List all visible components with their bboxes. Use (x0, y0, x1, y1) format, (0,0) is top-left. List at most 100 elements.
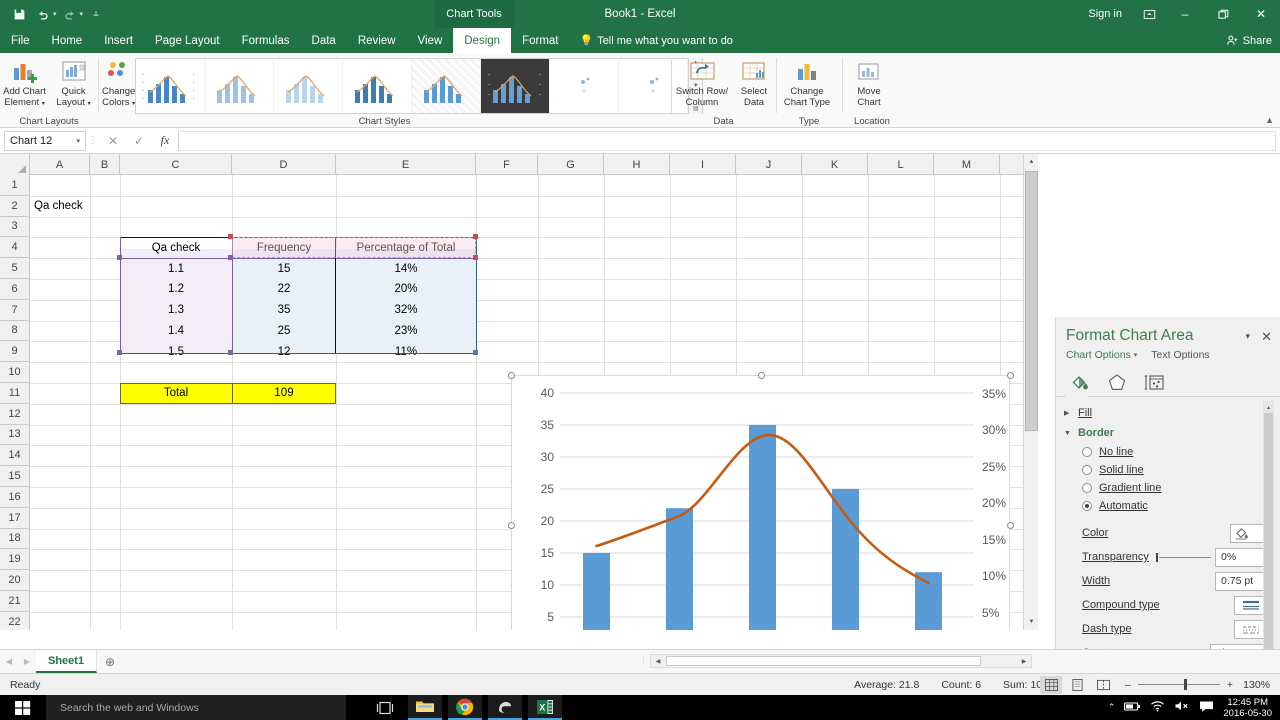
transparency-slider[interactable] (1156, 552, 1211, 562)
redo-icon[interactable] (59, 3, 81, 25)
chart-handle-middle-left[interactable] (508, 522, 515, 529)
formula-input[interactable] (178, 130, 1276, 151)
chart-handle-top-center[interactable] (758, 372, 765, 379)
radio-solid-line-indicator[interactable] (1082, 465, 1092, 475)
show-hidden-icons-icon[interactable]: ⌃ (1108, 702, 1116, 713)
section-border[interactable]: ▼ Border (1056, 423, 1280, 443)
insert-function-icon[interactable]: fx (152, 133, 178, 148)
column-header-A[interactable]: A (30, 154, 90, 175)
row-header-1[interactable]: 1 (0, 175, 29, 196)
chart-options-chevron-down-icon[interactable]: ▾ (1134, 351, 1138, 359)
cell-E8[interactable]: 23% (336, 321, 476, 342)
radio-gradient-line-indicator[interactable] (1082, 483, 1092, 493)
cell-C5[interactable]: 1.1 (120, 258, 232, 279)
select-data-button[interactable]: Select Data (733, 56, 775, 108)
chart-style-thumb[interactable] (550, 59, 620, 113)
search-input[interactable]: Search the web and Windows (46, 695, 346, 720)
column-header-F[interactable]: F (476, 154, 538, 175)
status-count[interactable]: Count: 6 (941, 679, 981, 691)
cell-E5[interactable]: 14% (336, 258, 476, 279)
scroll-right-icon[interactable]: ▶ (1017, 655, 1031, 667)
tab-text-options[interactable]: Text Options (1151, 349, 1209, 361)
cell-D8[interactable]: 25 (232, 321, 336, 342)
tab-formulas[interactable]: Formulas (231, 28, 301, 53)
scroll-down-icon[interactable]: ▼ (1024, 614, 1038, 630)
effects-icon[interactable] (1105, 371, 1129, 393)
scroll-up-icon[interactable]: ▲ (1024, 154, 1038, 170)
tab-format[interactable]: Format (511, 28, 569, 53)
row-header-10[interactable]: 10 (0, 362, 29, 383)
redo-dropdown-icon[interactable]: ▾ (80, 10, 84, 18)
chart-handle-top-right[interactable] (1007, 372, 1014, 379)
switch-row-column-button[interactable]: Switch Row/Column (671, 56, 733, 108)
page-layout-view-icon[interactable] (1066, 676, 1088, 694)
sign-in-button[interactable]: Sign in (1078, 8, 1132, 20)
previous-sheet-icon[interactable]: ◀ (0, 657, 18, 666)
cell-C11-total-label[interactable]: Total (120, 383, 232, 404)
row-header-4[interactable]: 4 (0, 237, 29, 259)
add-sheet-icon[interactable]: ⊕ (97, 655, 123, 669)
row-header-12[interactable]: 12 (0, 404, 29, 425)
close-button[interactable]: ✕ (1242, 0, 1280, 28)
size-and-properties-icon[interactable] (1142, 371, 1166, 393)
section-fill[interactable]: ▶ Fill (1056, 403, 1280, 423)
row-header-16[interactable]: 16 (0, 487, 29, 508)
quick-layout-button[interactable]: Quick Layout ▾ (49, 56, 98, 110)
cell-C7[interactable]: 1.3 (120, 300, 232, 321)
save-icon[interactable] (8, 3, 30, 25)
row-header-2[interactable]: 2 (0, 196, 29, 217)
row-header-5[interactable]: 5 (0, 258, 29, 279)
cell-E9[interactable]: 11% (336, 341, 476, 362)
name-box[interactable]: Chart 12 ▾ (4, 130, 86, 151)
collapse-ribbon-icon[interactable]: ▲ (1265, 115, 1274, 125)
select-all-corner[interactable] (0, 154, 30, 175)
windows-start-icon[interactable] (0, 695, 46, 720)
zoom-level-label[interactable]: 130% (1240, 679, 1270, 691)
row-header-7[interactable]: 7 (0, 300, 29, 321)
row-header-18[interactable]: 18 (0, 529, 29, 550)
column-header-E[interactable]: E (336, 154, 476, 175)
row-header-3[interactable]: 3 (0, 217, 29, 238)
customize-quick-access-icon[interactable]: ⩮ (85, 3, 107, 25)
status-average[interactable]: Average: 21.8 (854, 679, 919, 691)
row-header-19[interactable]: 19 (0, 549, 29, 571)
column-header-J[interactable]: J (736, 154, 802, 175)
row-header-11[interactable]: 11 (0, 383, 29, 404)
chart-style-thumb[interactable] (205, 59, 275, 113)
cell-E4-header[interactable]: Percentage of Total (336, 237, 476, 258)
task-view-icon[interactable] (368, 695, 402, 720)
change-colors-button[interactable]: Change Colors ▾ (102, 56, 135, 110)
radio-automatic[interactable]: Automatic (1056, 497, 1280, 515)
share-button[interactable]: Share (1226, 28, 1272, 53)
row-header-6[interactable]: 6 (0, 279, 29, 300)
page-break-view-icon[interactable] (1092, 676, 1114, 694)
tab-chart-options[interactable]: Chart Options ▾ (1066, 349, 1137, 361)
radio-no-line-indicator[interactable] (1082, 447, 1092, 457)
minimize-button[interactable]: – (1166, 0, 1204, 28)
chart-handle-top-left[interactable] (508, 372, 515, 379)
zoom-slider[interactable] (1137, 679, 1220, 690)
chrome-icon[interactable] (448, 695, 482, 720)
cell-D5[interactable]: 15 (232, 258, 336, 279)
enter-icon[interactable]: ✓ (126, 134, 152, 148)
horizontal-scroll-thumb[interactable] (666, 656, 981, 666)
column-header-I[interactable]: I (670, 154, 736, 175)
undo-dropdown-icon[interactable]: ▾ (53, 10, 57, 18)
chart-style-thumb-selected[interactable] (481, 59, 551, 113)
vertical-scroll-thumb[interactable] (1025, 171, 1038, 431)
chart-style-thumb[interactable] (412, 59, 482, 113)
tell-me-box[interactable]: 💡 Tell me what you want to do (569, 28, 732, 53)
collapse-triangle-icon[interactable]: ▼ (1064, 430, 1072, 437)
tab-insert[interactable]: Insert (93, 28, 144, 53)
next-sheet-icon[interactable]: ▶ (18, 657, 36, 666)
wifi-icon[interactable] (1150, 700, 1165, 715)
cell-E6[interactable]: 20% (336, 279, 476, 300)
column-header-L[interactable]: L (868, 154, 934, 175)
cell-D6[interactable]: 22 (232, 279, 336, 300)
pane-menu-chevron-down-icon[interactable]: ▾ (1245, 331, 1250, 342)
column-header-B[interactable]: B (90, 154, 120, 175)
cell-C6[interactable]: 1.2 (120, 279, 232, 300)
radio-no-line[interactable]: No line (1056, 443, 1280, 461)
chart-style-thumb[interactable] (343, 59, 413, 113)
row-header-8[interactable]: 8 (0, 321, 29, 342)
